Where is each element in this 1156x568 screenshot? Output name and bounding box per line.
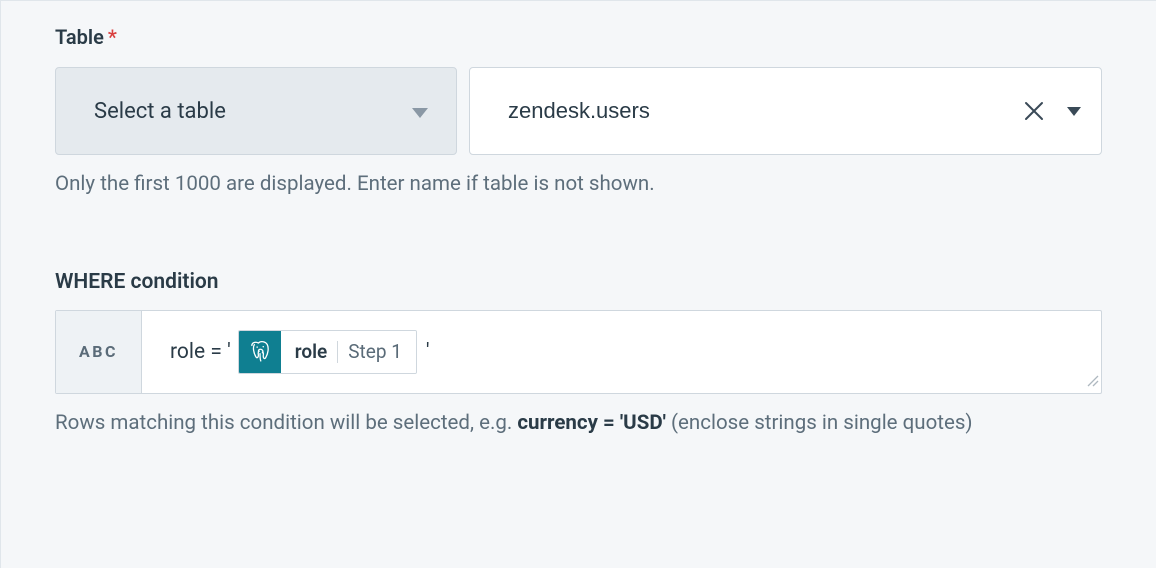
caret-down-icon[interactable]	[1067, 107, 1081, 116]
table-label-text: Table	[55, 25, 104, 49]
table-input-row: Select a table	[55, 67, 1102, 155]
table-input-actions	[1023, 100, 1081, 122]
table-helper-text: Only the first 1000 are displayed. Enter…	[55, 169, 1102, 200]
token-step: Step 1	[348, 340, 402, 363]
table-name-input[interactable]	[506, 97, 1023, 125]
token-separator	[337, 341, 338, 363]
select-table-placeholder: Select a table	[94, 99, 226, 124]
abc-mode-tab[interactable]: ABC	[56, 311, 142, 393]
caret-down-icon	[412, 99, 428, 124]
where-helper-example: currency = 'USD'	[517, 411, 666, 435]
where-helper-after: (enclose strings in single quotes)	[666, 411, 973, 435]
postgres-icon	[239, 331, 281, 373]
where-field-label: WHERE condition	[55, 270, 1102, 294]
table-name-input-wrap[interactable]	[469, 67, 1102, 155]
clear-icon[interactable]	[1023, 100, 1045, 122]
expr-suffix: '	[426, 340, 430, 364]
where-condition-box: ABC role = ' role Step 1	[55, 310, 1102, 394]
select-table-dropdown[interactable]: Select a table	[55, 67, 457, 155]
form-panel: Table* Select a table Only the first 100…	[0, 0, 1156, 568]
where-helper-before: Rows matching this condition will be sel…	[55, 411, 517, 435]
variable-token[interactable]: role Step 1	[238, 330, 417, 374]
table-field-label: Table*	[55, 25, 1102, 49]
resize-handle-icon[interactable]	[1085, 372, 1099, 391]
where-helper-text: Rows matching this condition will be sel…	[55, 408, 1102, 439]
required-asterisk: *	[108, 25, 117, 49]
expr-prefix: role = '	[170, 340, 231, 364]
where-expression-input[interactable]: role = ' role Step 1	[142, 311, 1101, 393]
token-name: role	[295, 340, 328, 363]
token-body: role Step 1	[281, 331, 416, 373]
